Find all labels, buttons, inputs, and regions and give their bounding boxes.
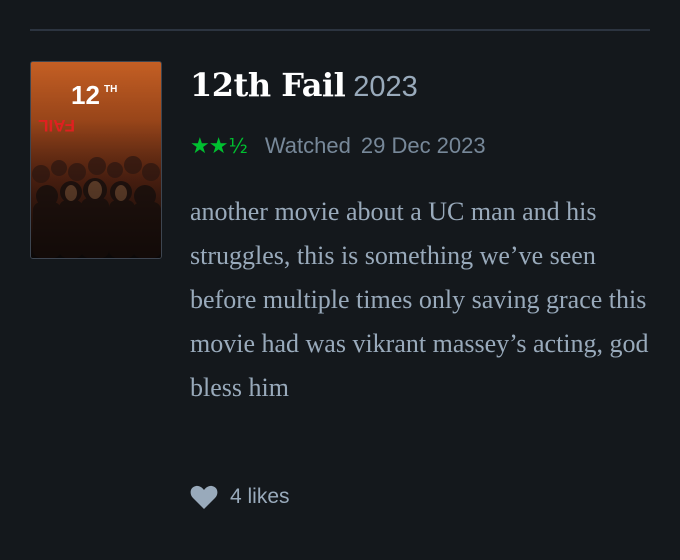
film-year[interactable]: 2023	[353, 71, 418, 103]
half-star-icon: ½	[228, 134, 247, 158]
star-rating: ★★ ½	[190, 133, 248, 159]
film-poster[interactable]: 12 TH FAIL	[30, 61, 162, 259]
poster-title-sup: TH	[104, 84, 117, 95]
meta-row: ★★ ½ Watched 29 Dec 2023	[190, 130, 486, 162]
divider	[30, 29, 650, 31]
review-text: another movie about a UC man and his str…	[190, 197, 649, 402]
poster-image: 12 TH FAIL	[31, 62, 161, 258]
likes-count[interactable]: 4 likes	[230, 485, 290, 509]
watched-label: Watched	[264, 133, 351, 158]
review-page: 12 TH FAIL 12th Fail 2023 ★★ ½ Watched 29 …	[0, 0, 680, 560]
title-row: 12th Fail 2023	[190, 66, 418, 104]
film-title[interactable]: 12th Fail	[190, 66, 346, 104]
likes-row[interactable]: 4 likes	[190, 482, 290, 512]
poster-title-line2: FAIL	[38, 116, 75, 135]
watched-date[interactable]: 29 Dec 2023	[361, 133, 486, 159]
star-icons: ★★	[190, 133, 228, 158]
poster-title-line1: 12	[71, 80, 100, 110]
heart-icon[interactable]	[190, 484, 218, 510]
